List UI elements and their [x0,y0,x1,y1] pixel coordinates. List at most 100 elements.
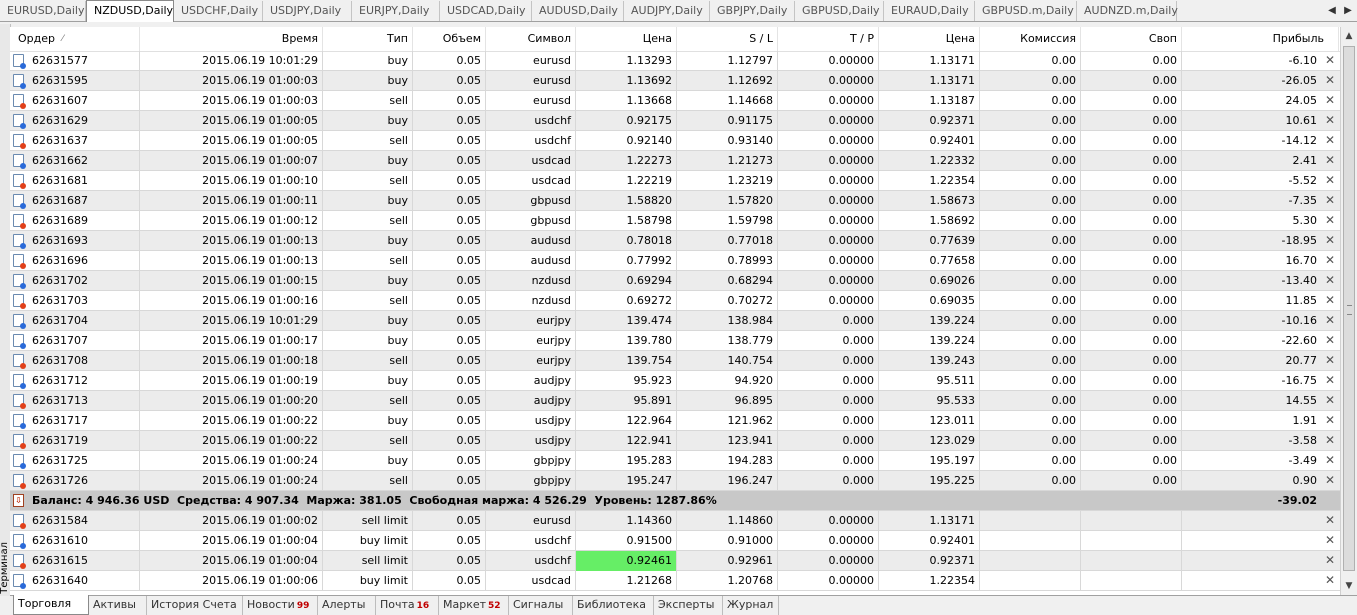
trade-row[interactable]: 62631726 2015.06.19 01:00:24 sell 0.05 gbpjp… [10,471,1340,491]
chart-tab[interactable]: EURJPY,Daily [352,1,440,21]
chart-tab[interactable]: EURUSD,Daily [0,1,86,21]
close-order-icon[interactable]: ✕ [1323,71,1337,91]
terminal-tab[interactable]: Алерты [318,596,376,615]
trade-row[interactable]: 62631607 2015.06.19 01:00:03 sell 0.05 eurus… [10,91,1340,111]
column-header-tp[interactable]: T / P [778,27,879,51]
chart-tab[interactable]: AUDUSD,Daily [532,1,624,21]
trade-row[interactable]: 62631703 2015.06.19 01:00:16 sell 0.05 nzdus… [10,291,1340,311]
close-order-icon[interactable]: ✕ [1323,191,1337,211]
close-order-icon[interactable]: ✕ [1323,331,1337,351]
trade-row[interactable]: 62631696 2015.06.19 01:00:13 sell 0.05 audus… [10,251,1340,271]
terminal-tab[interactable]: Активы [89,596,147,615]
close-order-icon[interactable]: ✕ [1323,431,1337,451]
column-header-order[interactable]: Ордер [10,27,140,51]
trade-row[interactable]: 62631693 2015.06.19 01:00:13 buy 0.05 audusd… [10,231,1340,251]
pending-order-row[interactable]: 62631584 2015.06.19 01:00:02 sell limit 0.0… [10,511,1340,531]
column-header-type[interactable]: Тип [323,27,413,51]
trade-row[interactable]: 62631662 2015.06.19 01:00:07 buy 0.05 usdcad… [10,151,1340,171]
trade-row[interactable]: 62631712 2015.06.19 01:00:19 buy 0.05 audjpy… [10,371,1340,391]
trade-row[interactable]: 62631708 2015.06.19 01:00:18 sell 0.05 eurjp… [10,351,1340,371]
tab-scroll-right-icon[interactable]: ▶ [1341,2,1355,20]
trade-row[interactable]: 62631637 2015.06.19 01:00:05 sell 0.05 usdch… [10,131,1340,151]
pending-order-row[interactable]: 62631615 2015.06.19 01:00:04 sell limit 0.0… [10,551,1340,571]
close-order-icon[interactable]: ✕ [1323,111,1337,131]
trade-row[interactable]: 62631704 2015.06.19 10:01:29 buy 0.05 eurjpy… [10,311,1340,331]
cell-symbol: audjpy [486,371,576,391]
pending-order-row[interactable]: 62631640 2015.06.19 01:00:06 buy limit 0.05… [10,571,1340,591]
chart-tab[interactable]: NZDUSD,Daily [86,0,174,22]
close-order-icon[interactable]: ✕ [1323,151,1337,171]
close-order-icon[interactable]: ✕ [1323,91,1337,111]
pending-order-row[interactable]: 62631610 2015.06.19 01:00:04 buy limit 0.05… [10,531,1340,551]
close-order-icon[interactable]: ✕ [1323,291,1337,311]
trade-row[interactable]: 62631681 2015.06.19 01:00:10 sell 0.05 usdca… [10,171,1340,191]
trade-row[interactable]: 62631725 2015.06.19 01:00:24 buy 0.05 gbpjpy… [10,451,1340,471]
column-header-commission[interactable]: Комиссия [980,27,1081,51]
column-header-time[interactable]: Время [140,27,323,51]
terminal-tab[interactable]: Журнал [723,596,779,615]
cell-cur-price: 1.22354 [879,571,980,591]
close-order-icon[interactable]: ✕ [1323,311,1337,331]
terminal-tab[interactable]: Сигналы [509,596,573,615]
close-order-icon[interactable]: ✕ [1323,211,1337,231]
close-order-icon[interactable]: ✕ [1323,351,1337,371]
chart-tab[interactable]: EURAUD,Daily [884,1,975,21]
close-order-icon[interactable]: ✕ [1323,171,1337,191]
close-order-icon[interactable]: ✕ [1323,451,1337,471]
trade-row[interactable]: 62631713 2015.06.19 01:00:20 sell 0.05 audjp… [10,391,1340,411]
close-order-icon[interactable]: ✕ [1323,551,1337,571]
cell-commission-empty [980,511,1081,531]
chart-tab[interactable]: AUDJPY,Daily [624,1,710,21]
column-header-cur-price[interactable]: Цена [879,27,980,51]
trade-row[interactable]: 62631689 2015.06.19 01:00:12 sell 0.05 gbpus… [10,211,1340,231]
close-order-icon[interactable]: ✕ [1323,371,1337,391]
close-order-icon[interactable]: ✕ [1323,471,1337,491]
chart-tab[interactable]: GBPUSD.m,Daily [975,1,1077,21]
close-order-icon[interactable]: ✕ [1323,511,1337,531]
cell-cur-price: 0.92401 [879,131,980,151]
terminal-tab[interactable]: Почта 16 [376,596,439,615]
close-order-icon[interactable]: ✕ [1323,391,1337,411]
close-order-icon[interactable]: ✕ [1323,51,1337,71]
cell-order: 62631681 [10,171,140,191]
column-header-price[interactable]: Цена [576,27,677,51]
chart-tab[interactable]: USDCAD,Daily [440,1,532,21]
close-order-icon[interactable]: ✕ [1323,531,1337,551]
column-header-sl[interactable]: S / L [677,27,778,51]
terminal-tab[interactable]: Новости 99 [243,596,318,615]
chart-tab[interactable]: AUDNZD.m,Daily [1077,1,1178,21]
chart-tab[interactable]: USDJPY,Daily [263,1,352,21]
chart-tab[interactable]: GBPJPY,Daily [710,1,795,21]
close-order-icon[interactable]: ✕ [1323,571,1337,591]
close-order-icon[interactable]: ✕ [1323,251,1337,271]
terminal-tab[interactable]: Маркет 52 [439,596,509,615]
trade-row[interactable]: 62631629 2015.06.19 01:00:05 buy 0.05 usdchf… [10,111,1340,131]
cell-sl: 0.91000 [677,531,778,551]
tab-scroll-left-icon[interactable]: ◀ [1325,2,1339,20]
trade-row[interactable]: 62631595 2015.06.19 01:00:03 buy 0.05 eurusd… [10,71,1340,91]
close-order-icon[interactable]: ✕ [1323,231,1337,251]
close-order-icon[interactable]: ✕ [1323,131,1337,151]
trade-row[interactable]: 62631577 2015.06.19 10:01:29 buy 0.05 eurusd… [10,51,1340,71]
close-order-icon[interactable]: ✕ [1323,271,1337,291]
column-header-symbol[interactable]: Символ [486,27,576,51]
column-header-volume[interactable]: Объем [413,27,486,51]
chart-tab[interactable]: GBPUSD,Daily [795,1,884,21]
column-header-swap[interactable]: Своп [1081,27,1182,51]
trade-row[interactable]: 62631707 2015.06.19 01:00:17 buy 0.05 eurjpy… [10,331,1340,351]
terminal-tab[interactable]: Эксперты [654,596,723,615]
trade-row[interactable]: 62631719 2015.06.19 01:00:22 sell 0.05 usdjp… [10,431,1340,451]
trade-row[interactable]: 62631717 2015.06.19 01:00:22 buy 0.05 usdjpy… [10,411,1340,431]
scroll-thumb[interactable] [1343,46,1355,571]
chart-tab[interactable]: USDCHF,Daily [174,1,263,21]
trade-row[interactable]: 62631702 2015.06.19 01:00:15 buy 0.05 nzdusd… [10,271,1340,291]
column-header-profit[interactable]: Прибыль [1182,27,1339,51]
terminal-tab[interactable]: История Счета [147,596,243,615]
close-order-icon[interactable]: ✕ [1323,411,1337,431]
scroll-down-icon[interactable]: ▼ [1341,579,1357,593]
terminal-tab[interactable]: Библиотека [573,596,654,615]
terminal-tab[interactable]: Торговля [13,595,89,615]
vertical-scrollbar[interactable]: ▲ ▼ [1340,27,1357,595]
scroll-up-icon[interactable]: ▲ [1341,29,1357,43]
trade-row[interactable]: 62631687 2015.06.19 01:00:11 buy 0.05 gbpusd… [10,191,1340,211]
